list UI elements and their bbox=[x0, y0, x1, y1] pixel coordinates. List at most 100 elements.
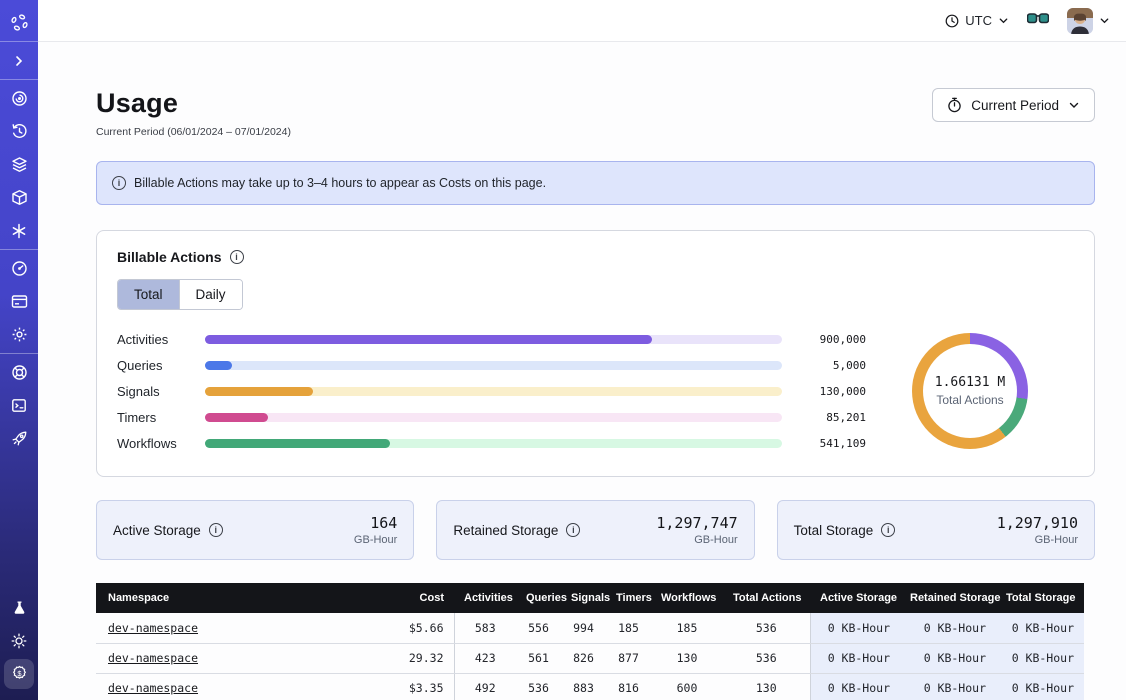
bar-label: Timers bbox=[117, 410, 205, 425]
table-cell: 492 bbox=[454, 673, 516, 700]
table-cell: 130 bbox=[723, 673, 810, 700]
theme-sun-icon[interactable] bbox=[0, 624, 38, 657]
table-cell: 561 bbox=[516, 643, 561, 673]
period-dropdown-label: Current Period bbox=[971, 98, 1059, 113]
table-cell: 536 bbox=[723, 613, 810, 643]
bar-label: Signals bbox=[117, 384, 205, 399]
table-row: dev-namespace29.324235618268771305360 KB… bbox=[96, 643, 1084, 673]
bar-fill bbox=[205, 413, 268, 422]
billing-icon[interactable] bbox=[0, 285, 38, 318]
bar-track bbox=[205, 361, 782, 370]
table-cell: 0 KB-Hour bbox=[900, 673, 996, 700]
getting-started-rocket-icon[interactable] bbox=[0, 422, 38, 455]
table-cell: 816 bbox=[606, 673, 651, 700]
stopwatch-icon bbox=[947, 97, 962, 113]
column-header: Workflows bbox=[651, 583, 723, 613]
table-cell: 185 bbox=[606, 613, 651, 643]
bar-track bbox=[205, 387, 782, 396]
support-icon[interactable] bbox=[0, 356, 38, 389]
retained-storage-unit: GB-Hour bbox=[656, 534, 737, 546]
page-title: Usage bbox=[96, 88, 291, 119]
settings-gear-icon[interactable] bbox=[0, 318, 38, 351]
temporal-logo[interactable] bbox=[0, 6, 38, 39]
usage-dollar-icon[interactable]: $ bbox=[0, 657, 38, 690]
namespaces-icon[interactable] bbox=[0, 82, 38, 115]
app-root: $ UTC bbox=[0, 0, 1126, 700]
namespace-link[interactable]: dev-namespace bbox=[108, 651, 198, 665]
topbar: UTC bbox=[38, 0, 1126, 42]
banner-text: Billable Actions may take up to 3–4 hour… bbox=[134, 176, 546, 190]
layers-icon[interactable] bbox=[0, 148, 38, 181]
storage-cards: Active Storage i 164 GB-Hour Retained St… bbox=[96, 500, 1095, 560]
bar-row: Activities900,000 bbox=[117, 326, 866, 352]
bar-row: Queries 5,000 bbox=[117, 352, 866, 378]
tab-daily[interactable]: Daily bbox=[179, 280, 242, 309]
total-storage-unit: GB-Hour bbox=[997, 534, 1078, 546]
column-header: Active Storage bbox=[810, 583, 900, 613]
bar-fill bbox=[205, 439, 390, 448]
info-icon[interactable]: i bbox=[230, 250, 244, 264]
column-header: Total Storage bbox=[996, 583, 1084, 613]
bar-value: 85,201 bbox=[796, 411, 866, 424]
sidebar-divider bbox=[0, 79, 38, 80]
total-storage-card: Total Storage i 1,297,910 GB-Hour bbox=[777, 500, 1095, 560]
info-icon[interactable]: i bbox=[209, 523, 223, 537]
total-actions-donut: 1.66131 M Total Actions bbox=[866, 333, 1074, 449]
info-icon: i bbox=[112, 176, 126, 190]
schedules-icon[interactable] bbox=[0, 115, 38, 148]
period-subtitle: Current Period (06/01/2024 – 07/01/2024) bbox=[96, 126, 291, 138]
table-row: dev-namespace$5.665835569941851855360 KB… bbox=[96, 613, 1084, 643]
deployments-icon[interactable] bbox=[0, 181, 38, 214]
usage-page: Usage Current Period (06/01/2024 – 07/01… bbox=[38, 42, 1126, 700]
active-nav-highlight: $ bbox=[4, 659, 34, 689]
chevron-right-icon[interactable] bbox=[0, 44, 38, 77]
timezone-selector[interactable]: UTC bbox=[945, 13, 1009, 28]
column-header: Queries bbox=[516, 583, 561, 613]
column-header: Signals bbox=[561, 583, 606, 613]
info-icon[interactable]: i bbox=[881, 523, 895, 537]
bar-row: Timers 85,201 bbox=[117, 404, 866, 430]
bar-value: 130,000 bbox=[796, 385, 866, 398]
namespace-link[interactable]: dev-namespace bbox=[108, 681, 198, 695]
period-dropdown-button[interactable]: Current Period bbox=[932, 88, 1095, 122]
table-cell: 583 bbox=[454, 613, 516, 643]
timezone-label: UTC bbox=[965, 13, 992, 28]
bar-track bbox=[205, 439, 782, 448]
total-actions-value: 1.66131 M bbox=[935, 375, 1005, 390]
table-cell: dev-namespace bbox=[96, 613, 346, 643]
tab-total[interactable]: Total bbox=[118, 280, 179, 309]
table-cell: 130 bbox=[651, 643, 723, 673]
bar-label: Queries bbox=[117, 358, 205, 373]
labs-flask-icon[interactable] bbox=[0, 591, 38, 624]
bar-label: Workflows bbox=[117, 436, 205, 451]
active-storage-value: 164 bbox=[354, 514, 397, 532]
total-actions-label: Total Actions bbox=[936, 393, 1003, 407]
column-header: Cost bbox=[346, 583, 454, 613]
billable-actions-title: Billable Actions bbox=[117, 249, 222, 265]
column-header: Timers bbox=[606, 583, 651, 613]
usage-icon[interactable] bbox=[0, 252, 38, 285]
namespace-link[interactable]: dev-namespace bbox=[108, 621, 198, 635]
feedback-glasses-button[interactable] bbox=[1027, 12, 1049, 30]
table-cell: 600 bbox=[651, 673, 723, 700]
bar-row: Signals 130,000 bbox=[117, 378, 866, 404]
bar-track bbox=[205, 335, 782, 344]
bar-value: 5,000 bbox=[796, 359, 866, 372]
table-cell: 0 KB-Hour bbox=[810, 613, 900, 643]
bar-value: 900,000 bbox=[796, 333, 866, 346]
docs-icon[interactable] bbox=[0, 389, 38, 422]
account-menu[interactable] bbox=[1067, 8, 1110, 34]
billable-actions-card: Billable Actions i Total Daily Activitie… bbox=[96, 230, 1095, 477]
avatar bbox=[1067, 8, 1093, 34]
nexus-icon[interactable] bbox=[0, 214, 38, 247]
table-cell: 0 KB-Hour bbox=[810, 643, 900, 673]
bar-fill bbox=[205, 387, 313, 396]
retained-storage-card: Retained Storage i 1,297,747 GB-Hour bbox=[436, 500, 754, 560]
main-area: UTC bbox=[38, 0, 1126, 700]
active-storage-card: Active Storage i 164 GB-Hour bbox=[96, 500, 414, 560]
table-cell: 0 KB-Hour bbox=[996, 613, 1084, 643]
sidebar-divider bbox=[0, 353, 38, 354]
table-cell: 536 bbox=[516, 673, 561, 700]
info-icon[interactable]: i bbox=[566, 523, 580, 537]
chevron-down-icon bbox=[1099, 15, 1110, 26]
